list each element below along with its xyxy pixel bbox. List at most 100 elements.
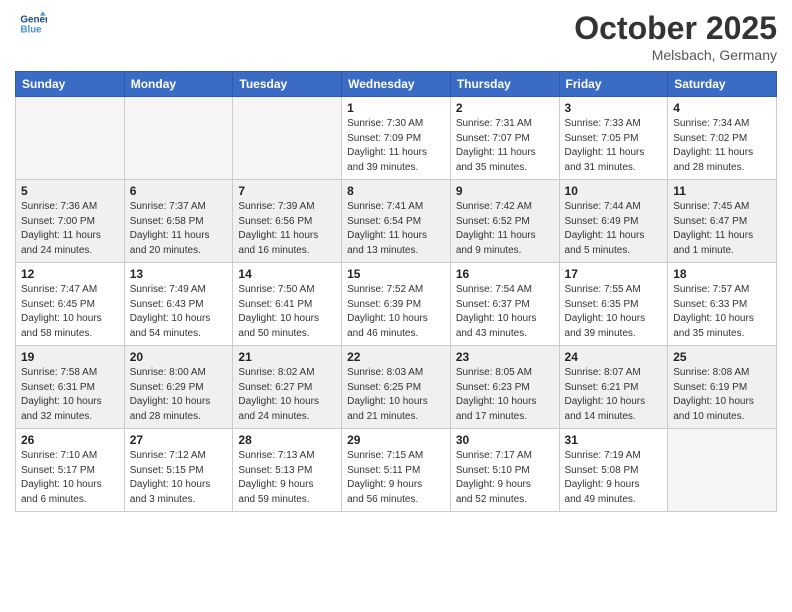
- month-title: October 2025: [574, 10, 777, 47]
- day-cell: 19 Sunrise: 7:58 AMSunset: 6:31 PMDayligh…: [16, 346, 125, 429]
- day-cell: 18Sunrise: 7:57 AMSunset: 6:33 PMDayligh…: [668, 263, 777, 346]
- day-number: 18: [673, 267, 771, 281]
- logo: General Blue: [15, 10, 47, 38]
- day-cell: 9 Sunrise: 7:42 AMSunset: 6:52 PMDaylight…: [450, 180, 559, 263]
- day-number: 8: [347, 184, 445, 198]
- day-info: Sunrise: 8:07 AMSunset: 6:21 PMDaylight:…: [565, 366, 663, 424]
- day-cell: [668, 429, 777, 512]
- day-info: Sunrise: 7:33 AMSunset: 7:05 PMDaylight:…: [565, 117, 663, 175]
- day-number: 22: [347, 350, 445, 364]
- day-cell: 5 Sunrise: 7:36 AMSunset: 7:00 PMDaylight…: [16, 180, 125, 263]
- day-cell: 30 Sunrise: 7:17 AMSunset: 5:10 PMDayligh…: [450, 429, 559, 512]
- day-cell: [16, 97, 125, 180]
- day-info: Sunrise: 7:52 AMSunset: 6:39 PMDaylight:…: [347, 283, 445, 341]
- day-info: Sunrise: 7:10 AMSunset: 5:17 PMDaylight:…: [21, 449, 119, 507]
- day-number: 23: [456, 350, 554, 364]
- day-number: 15: [347, 267, 445, 281]
- week-row-3: 12Sunrise: 7:47 AMSunset: 6:45 PMDayligh…: [16, 263, 777, 346]
- day-info: Sunrise: 7:58 AMSunset: 6:31 PMDaylight:…: [21, 366, 119, 424]
- day-cell: 7Sunrise: 7:39 AMSunset: 6:56 PMDaylight…: [233, 180, 342, 263]
- day-number: 13: [130, 267, 228, 281]
- day-cell: 10 Sunrise: 7:44 AMSunset: 6:49 PMDayligh…: [559, 180, 668, 263]
- day-cell: 12Sunrise: 7:47 AMSunset: 6:45 PMDayligh…: [16, 263, 125, 346]
- day-cell: 6 Sunrise: 7:37 AMSunset: 6:58 PMDaylight…: [124, 180, 233, 263]
- day-number: 20: [130, 350, 228, 364]
- day-number: 2: [456, 101, 554, 115]
- day-cell: 27 Sunrise: 7:12 AMSunset: 5:15 PMDayligh…: [124, 429, 233, 512]
- page: General Blue October 2025 Melsbach, Germ…: [0, 0, 792, 612]
- week-row-1: 1 Sunrise: 7:30 AMSunset: 7:09 PMDaylight…: [16, 97, 777, 180]
- day-info: Sunrise: 7:42 AMSunset: 6:52 PMDaylight:…: [456, 200, 554, 258]
- day-cell: 26 Sunrise: 7:10 AMSunset: 5:17 PMDayligh…: [16, 429, 125, 512]
- day-cell: 13 Sunrise: 7:49 AMSunset: 6:43 PMDayligh…: [124, 263, 233, 346]
- day-number: 5: [21, 184, 119, 198]
- day-number: 25: [673, 350, 771, 364]
- day-info: Sunrise: 7:34 AMSunset: 7:02 PMDaylight:…: [673, 117, 771, 175]
- day-info: Sunrise: 7:17 AMSunset: 5:10 PMDaylight:…: [456, 449, 554, 507]
- day-number: 9: [456, 184, 554, 198]
- day-info: Sunrise: 7:54 AMSunset: 6:37 PMDaylight:…: [456, 283, 554, 341]
- day-number: 26: [21, 433, 119, 447]
- day-cell: 28 Sunrise: 7:13 AMSunset: 5:13 PMDayligh…: [233, 429, 342, 512]
- day-number: 7: [238, 184, 336, 198]
- day-info: Sunrise: 7:15 AMSunset: 5:11 PMDaylight:…: [347, 449, 445, 507]
- col-tuesday: Tuesday: [233, 72, 342, 97]
- day-number: 21: [238, 350, 336, 364]
- day-info: Sunrise: 7:30 AMSunset: 7:09 PMDaylight:…: [347, 117, 445, 175]
- day-info: Sunrise: 7:37 AMSunset: 6:58 PMDaylight:…: [130, 200, 228, 258]
- day-number: 17: [565, 267, 663, 281]
- day-info: Sunrise: 7:41 AMSunset: 6:54 PMDaylight:…: [347, 200, 445, 258]
- day-number: 6: [130, 184, 228, 198]
- day-number: 14: [238, 267, 336, 281]
- col-monday: Monday: [124, 72, 233, 97]
- day-info: Sunrise: 8:08 AMSunset: 6:19 PMDaylight:…: [673, 366, 771, 424]
- day-cell: [233, 97, 342, 180]
- day-cell: 24Sunrise: 8:07 AMSunset: 6:21 PMDayligh…: [559, 346, 668, 429]
- header-row: Sunday Monday Tuesday Wednesday Thursday…: [16, 72, 777, 97]
- col-friday: Friday: [559, 72, 668, 97]
- day-number: 10: [565, 184, 663, 198]
- day-cell: 16 Sunrise: 7:54 AMSunset: 6:37 PMDayligh…: [450, 263, 559, 346]
- svg-text:Blue: Blue: [20, 24, 42, 35]
- day-info: Sunrise: 7:49 AMSunset: 6:43 PMDaylight:…: [130, 283, 228, 341]
- day-cell: 29 Sunrise: 7:15 AMSunset: 5:11 PMDayligh…: [342, 429, 451, 512]
- day-info: Sunrise: 7:13 AMSunset: 5:13 PMDaylight:…: [238, 449, 336, 507]
- day-number: 16: [456, 267, 554, 281]
- day-number: 12: [21, 267, 119, 281]
- day-cell: 15 Sunrise: 7:52 AMSunset: 6:39 PMDayligh…: [342, 263, 451, 346]
- day-cell: 17Sunrise: 7:55 AMSunset: 6:35 PMDayligh…: [559, 263, 668, 346]
- day-number: 29: [347, 433, 445, 447]
- day-number: 4: [673, 101, 771, 115]
- title-block: October 2025 Melsbach, Germany: [574, 10, 777, 63]
- day-number: 19: [21, 350, 119, 364]
- day-info: Sunrise: 7:45 AMSunset: 6:47 PMDaylight:…: [673, 200, 771, 258]
- day-info: Sunrise: 7:12 AMSunset: 5:15 PMDaylight:…: [130, 449, 228, 507]
- col-wednesday: Wednesday: [342, 72, 451, 97]
- day-info: Sunrise: 7:36 AMSunset: 7:00 PMDaylight:…: [21, 200, 119, 258]
- week-row-4: 19 Sunrise: 7:58 AMSunset: 6:31 PMDayligh…: [16, 346, 777, 429]
- day-cell: 20 Sunrise: 8:00 AMSunset: 6:29 PMDayligh…: [124, 346, 233, 429]
- day-cell: 1 Sunrise: 7:30 AMSunset: 7:09 PMDaylight…: [342, 97, 451, 180]
- day-info: Sunrise: 7:31 AMSunset: 7:07 PMDaylight:…: [456, 117, 554, 175]
- day-cell: [124, 97, 233, 180]
- col-thursday: Thursday: [450, 72, 559, 97]
- col-saturday: Saturday: [668, 72, 777, 97]
- day-info: Sunrise: 8:00 AMSunset: 6:29 PMDaylight:…: [130, 366, 228, 424]
- day-info: Sunrise: 7:50 AMSunset: 6:41 PMDaylight:…: [238, 283, 336, 341]
- day-cell: 8 Sunrise: 7:41 AMSunset: 6:54 PMDaylight…: [342, 180, 451, 263]
- day-info: Sunrise: 8:03 AMSunset: 6:25 PMDaylight:…: [347, 366, 445, 424]
- day-cell: 3 Sunrise: 7:33 AMSunset: 7:05 PMDaylight…: [559, 97, 668, 180]
- day-info: Sunrise: 7:19 AMSunset: 5:08 PMDaylight:…: [565, 449, 663, 507]
- day-info: Sunrise: 8:02 AMSunset: 6:27 PMDaylight:…: [238, 366, 336, 424]
- day-number: 3: [565, 101, 663, 115]
- day-cell: 23Sunrise: 8:05 AMSunset: 6:23 PMDayligh…: [450, 346, 559, 429]
- day-number: 27: [130, 433, 228, 447]
- day-number: 1: [347, 101, 445, 115]
- day-cell: 25 Sunrise: 8:08 AMSunset: 6:19 PMDayligh…: [668, 346, 777, 429]
- col-sunday: Sunday: [16, 72, 125, 97]
- day-info: Sunrise: 7:44 AMSunset: 6:49 PMDaylight:…: [565, 200, 663, 258]
- day-number: 30: [456, 433, 554, 447]
- day-cell: 31Sunrise: 7:19 AMSunset: 5:08 PMDayligh…: [559, 429, 668, 512]
- week-row-2: 5 Sunrise: 7:36 AMSunset: 7:00 PMDaylight…: [16, 180, 777, 263]
- day-number: 28: [238, 433, 336, 447]
